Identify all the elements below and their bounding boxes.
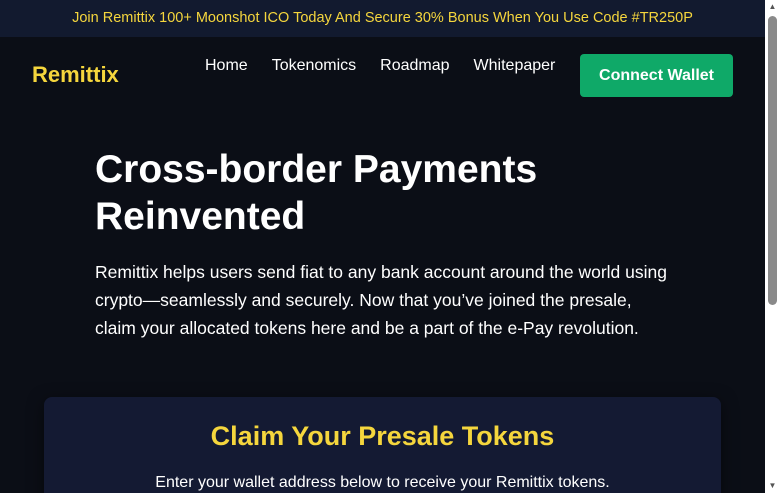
nav-link-whitepaper[interactable]: Whitepaper — [474, 57, 556, 75]
promo-text[interactable]: Join Remittix 100+ Moonshot ICO Today An… — [72, 10, 693, 26]
hero-title: Cross-border Payments Reinvented — [95, 146, 685, 240]
hero-title-line-1: Cross-border Payments — [95, 148, 538, 191]
promo-banner[interactable]: Join Remittix 100+ Moonshot ICO Today An… — [0, 0, 765, 37]
claim-title: Claim Your Presale Tokens — [210, 421, 555, 451]
nav-link-home[interactable]: Home — [205, 57, 248, 75]
claim-card: Claim Your Presale Tokens Enter your wal… — [44, 397, 721, 493]
claim-description: Enter your wallet address below to recei… — [155, 474, 610, 491]
hero-section: Cross-border Payments Reinvented Remitti… — [95, 146, 685, 342]
scroll-up-icon[interactable]: ▲ — [765, 0, 780, 14]
scroll-down-icon[interactable]: ▼ — [765, 479, 780, 493]
nav-links: Home Tokenomics Roadmap Whitepaper — [205, 57, 555, 75]
hero-description-line-3: claim your allocated tokens here and be … — [95, 318, 639, 338]
navbar: Remittix Home Tokenomics Roadmap Whitepa… — [0, 38, 765, 110]
hero-description-line-2: crypto—seamlessly and securely. Now that… — [95, 290, 632, 310]
vertical-scrollbar[interactable]: ▲ ▼ — [765, 0, 780, 493]
connect-wallet-button[interactable]: Connect Wallet — [580, 54, 733, 97]
nav-link-tokenomics[interactable]: Tokenomics — [272, 57, 356, 75]
hero-description-line-1: Remittix helps users send fiat to any ba… — [95, 262, 667, 282]
scroll-thumb[interactable] — [768, 16, 777, 305]
page: Join Remittix 100+ Moonshot ICO Today An… — [0, 0, 765, 493]
nav-link-roadmap[interactable]: Roadmap — [380, 57, 449, 75]
logo[interactable]: Remittix — [32, 62, 119, 88]
hero-description: Remittix helps users send fiat to any ba… — [95, 258, 685, 342]
hero-title-line-2: Reinvented — [95, 195, 306, 238]
